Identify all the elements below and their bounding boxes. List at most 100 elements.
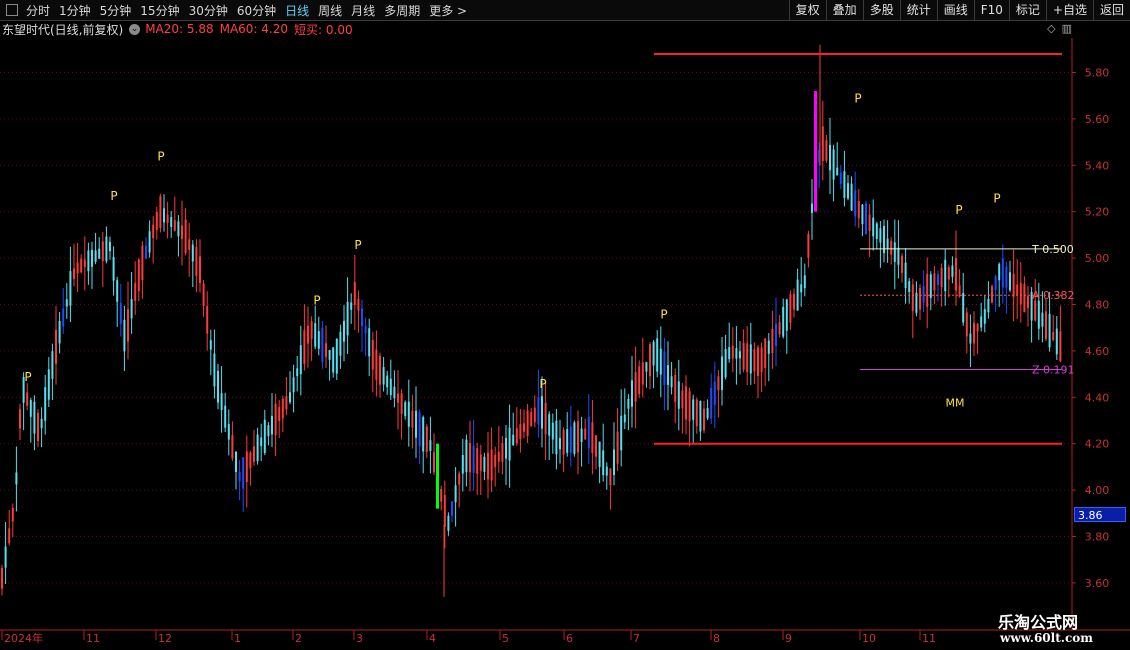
- candle-body: [375, 349, 378, 380]
- candle-body: [782, 306, 785, 337]
- candle-body: [843, 171, 846, 198]
- candle-body: [811, 203, 813, 213]
- candle-body: [123, 319, 126, 352]
- candle-body: [328, 350, 331, 360]
- tab-weekly[interactable]: 周线: [318, 2, 342, 19]
- candle-body: [512, 434, 515, 446]
- candle-body: [101, 241, 104, 262]
- candle-body: [548, 414, 551, 436]
- stock-title[interactable]: 东望时代(日线,前复权): [2, 21, 123, 38]
- y-tick-label: 5.80: [1085, 67, 1110, 80]
- candle-body: [987, 298, 990, 313]
- y-tick-label: 4.40: [1085, 391, 1110, 404]
- x-tick-label: 9: [785, 632, 792, 645]
- tab-multi-period[interactable]: 多周期: [384, 2, 420, 19]
- tab-fenshi[interactable]: 分时: [26, 2, 50, 19]
- candle-body: [397, 393, 399, 403]
- candle-body: [1009, 272, 1011, 291]
- tab-1min[interactable]: 1分钟: [59, 2, 91, 19]
- candle-body: [1037, 300, 1040, 329]
- candle-body: [533, 407, 536, 423]
- candle-body: [382, 367, 385, 385]
- x-tick-label: 2: [295, 632, 302, 645]
- candle-body: [868, 214, 871, 231]
- scroll-icon[interactable]: ▥: [1062, 22, 1072, 35]
- candle-body: [800, 284, 803, 293]
- candle-body: [37, 412, 39, 441]
- candle-body: [674, 374, 677, 402]
- mark-button[interactable]: 标记: [1008, 0, 1046, 20]
- candle-body: [875, 223, 878, 239]
- candlestick-chart[interactable]: 5.80 5.60 5.40 5.20 5.00 4.80 4.60 4.40 4.20 4.00…: [0, 0, 1130, 650]
- candle-body: [879, 228, 882, 243]
- candle-body: [238, 472, 241, 482]
- candle-body: [173, 220, 176, 231]
- restore-rights-button[interactable]: 复权: [788, 0, 826, 20]
- candle-body: [767, 340, 770, 354]
- x-tick-label: 6: [566, 632, 573, 645]
- candle-body: [508, 427, 511, 461]
- tab-daily[interactable]: 日线: [285, 2, 309, 19]
- candle-body: [267, 425, 270, 437]
- candle-body: [915, 292, 918, 313]
- x-tick-label: 10: [862, 632, 876, 645]
- candle-body: [400, 393, 403, 415]
- candle-body: [652, 341, 655, 366]
- candle-body: [613, 449, 615, 476]
- candle-body: [231, 435, 234, 459]
- candle-body: [994, 276, 997, 291]
- tab-5min[interactable]: 5分钟: [100, 2, 132, 19]
- candle-body: [749, 344, 752, 374]
- multi-stock-button[interactable]: 多股: [862, 0, 900, 20]
- tab-60min[interactable]: 60分钟: [237, 2, 276, 19]
- back-button[interactable]: 返回: [1092, 0, 1130, 20]
- candle-body: [645, 362, 648, 372]
- candle-body: [706, 408, 709, 419]
- overlay-button[interactable]: 叠加: [825, 0, 863, 20]
- candle-body: [170, 217, 173, 228]
- toolbar-actions: 复权 叠加 多股 统计 画线 F10 标记 +自选 返回: [788, 0, 1130, 20]
- window-toggle-icon[interactable]: [6, 4, 18, 16]
- candle-body: [263, 419, 266, 453]
- statistics-button[interactable]: 统计: [899, 0, 937, 20]
- tab-more[interactable]: 更多 >: [429, 2, 467, 19]
- add-watchlist-button[interactable]: +自选: [1045, 0, 1093, 20]
- candle-body: [1034, 300, 1037, 321]
- candle-body: [472, 445, 475, 473]
- candle-body: [872, 217, 875, 237]
- draw-line-button[interactable]: 画线: [936, 0, 974, 20]
- candle-body: [422, 417, 425, 452]
- candle-body: [735, 348, 738, 359]
- diamond-icon[interactable]: ◇: [1047, 22, 1055, 35]
- candle-body: [764, 338, 767, 369]
- candle-body: [199, 256, 201, 284]
- candle-body: [667, 365, 669, 385]
- candle-body: [433, 452, 435, 473]
- candle-body: [631, 380, 633, 407]
- candle-body: [1001, 258, 1004, 288]
- candle-body: [379, 355, 381, 385]
- candle-body: [184, 219, 187, 253]
- candle-body: [191, 244, 194, 262]
- candle-body: [623, 414, 626, 423]
- candle-body: [343, 320, 345, 342]
- candle-body: [710, 387, 713, 419]
- f10-button[interactable]: F10: [973, 0, 1009, 20]
- candle-body: [393, 386, 396, 399]
- candle-body: [703, 408, 705, 431]
- candle-body: [836, 167, 839, 176]
- y-tick-label: 4.80: [1085, 299, 1110, 312]
- candle-body: [206, 305, 209, 334]
- candle-body: [656, 338, 659, 372]
- tab-30min[interactable]: 30分钟: [189, 2, 228, 19]
- candle-body: [519, 424, 522, 440]
- chevron-circle-icon[interactable]: ⌄: [129, 23, 141, 35]
- candle-body: [771, 328, 774, 353]
- tab-monthly[interactable]: 月线: [351, 2, 375, 19]
- candle-body: [105, 236, 108, 262]
- candle-body: [11, 507, 14, 522]
- candle-body: [220, 393, 223, 411]
- tab-15min[interactable]: 15分钟: [140, 2, 179, 19]
- candle-body: [418, 412, 421, 447]
- candle-body: [15, 472, 18, 485]
